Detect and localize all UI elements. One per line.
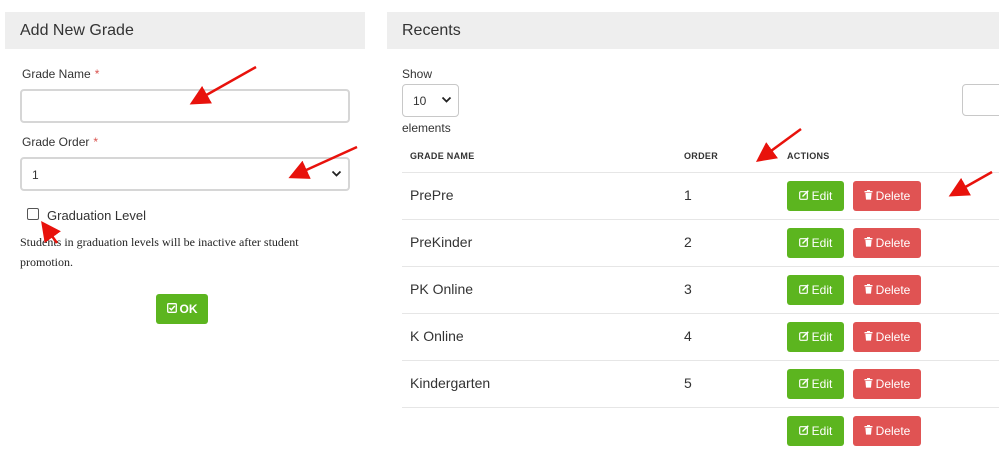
delete-button-label: Delete [875,189,911,203]
grade-name-input[interactable] [20,89,350,123]
trash-icon [864,276,873,306]
trash-icon [864,229,873,259]
column-header-grade-name[interactable]: GRADE NAME [410,151,475,161]
edit-button-label: Edit [811,236,833,250]
page-size-value: 10 [413,94,427,108]
grade-order-label: Grade Order * [22,135,98,149]
order-cell: 4 [684,328,692,344]
required-mark: * [94,67,100,81]
table-row: K Online 4 Edit Delete [402,313,999,361]
grade-name-cell: PreKinder [410,234,473,250]
grade-order-label-text: Grade Order [22,135,90,149]
edit-button-label: Edit [811,283,833,297]
graduation-help-text: Students in graduation levels will be in… [20,235,299,269]
trash-icon [864,417,873,447]
page-size-select[interactable]: 10 [402,84,459,117]
table-row: PrePre 1 Edit Delete [402,172,999,220]
trash-icon [864,182,873,212]
grade-name-cell: PrePre [410,187,454,203]
search-input[interactable] [962,84,999,116]
edit-icon [798,276,809,306]
table-row: PK Online 3 Edit Delete [402,266,999,314]
delete-button-label: Delete [875,330,911,344]
edit-button-label: Edit [811,189,833,203]
edit-button-label: Edit [811,424,833,438]
trash-icon [864,370,873,400]
order-cell: 2 [684,234,692,250]
delete-button-label: Delete [875,236,911,250]
ok-button-label: OK [179,302,198,316]
delete-button[interactable]: Delete [853,275,921,305]
column-header-order[interactable]: ORDER [684,151,718,161]
delete-button[interactable]: Delete [853,228,921,258]
table-row: PreKinder 2 Edit Delete [402,219,999,267]
chevron-down-icon [441,94,452,108]
edit-button[interactable]: Edit [787,275,844,305]
delete-button[interactable]: Delete [853,369,921,399]
required-mark: * [93,135,99,149]
graduation-level-label: Graduation Level [47,208,147,223]
table-row: Edit Delete [402,407,999,455]
edit-icon [798,417,809,447]
edit-icon [798,370,809,400]
delete-button[interactable]: Delete [853,416,921,446]
order-cell: 5 [684,375,692,391]
elements-label: elements [402,121,451,135]
edit-icon [798,182,809,212]
show-label: Show [402,67,433,81]
grade-name-label-text: Grade Name [22,67,91,81]
chevron-down-icon [331,168,342,182]
delete-button[interactable]: Delete [853,181,921,211]
recents-panel-title: Recents [387,12,999,49]
delete-button-label: Delete [875,424,911,438]
ok-button[interactable]: OK [156,294,208,324]
edit-button[interactable]: Edit [787,181,844,211]
delete-button-label: Delete [875,377,911,391]
check-square-icon [166,295,177,325]
column-header-actions: ACTIONS [787,151,830,161]
edit-button-label: Edit [811,377,833,391]
delete-button-label: Delete [875,283,911,297]
edit-button[interactable]: Edit [787,369,844,399]
grade-order-select[interactable]: 1 [20,157,350,191]
delete-button[interactable]: Delete [853,322,921,352]
edit-button[interactable]: Edit [787,228,844,258]
edit-button[interactable]: Edit [787,416,844,446]
grade-name-cell: K Online [410,328,464,344]
grade-name-label: Grade Name * [22,67,99,81]
order-cell: 1 [684,187,692,203]
table-row: Kindergarten 5 Edit Delete [402,360,999,408]
edit-button-label: Edit [811,330,833,344]
graduation-level-checkbox[interactable] [27,208,39,220]
trash-icon [864,323,873,353]
grade-name-cell: PK Online [410,281,474,297]
order-cell: 3 [684,281,692,297]
grade-name-cell: Kindergarten [410,375,491,391]
add-grade-panel-title: Add New Grade [5,12,365,49]
edit-icon [798,229,809,259]
edit-button[interactable]: Edit [787,322,844,352]
edit-icon [798,323,809,353]
grade-order-selected-value: 1 [32,168,39,182]
